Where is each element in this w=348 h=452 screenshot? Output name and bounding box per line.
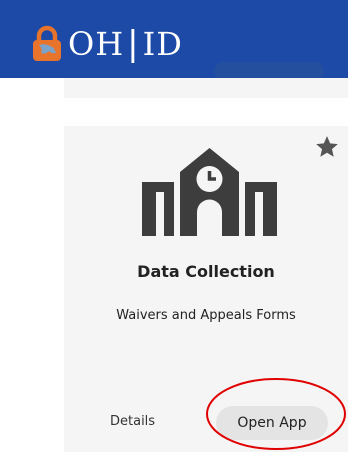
logo-id-text: ID: [142, 25, 183, 63]
card-subtitle: Waivers and Appeals Forms: [116, 308, 296, 323]
logo-separator: |: [127, 24, 139, 64]
card-title: Data Collection: [137, 262, 275, 281]
open-app-button[interactable]: Open App: [216, 406, 328, 440]
previous-card-bottom: [64, 78, 348, 98]
details-link[interactable]: Details: [110, 414, 155, 429]
top-header: OH | ID: [0, 0, 348, 80]
lock-icon: [33, 25, 61, 61]
logo-oh-text: OH: [68, 25, 125, 63]
school-building-icon: [142, 148, 277, 236]
ohid-logo[interactable]: OH | ID: [30, 25, 183, 63]
star-icon[interactable]: [314, 134, 340, 160]
